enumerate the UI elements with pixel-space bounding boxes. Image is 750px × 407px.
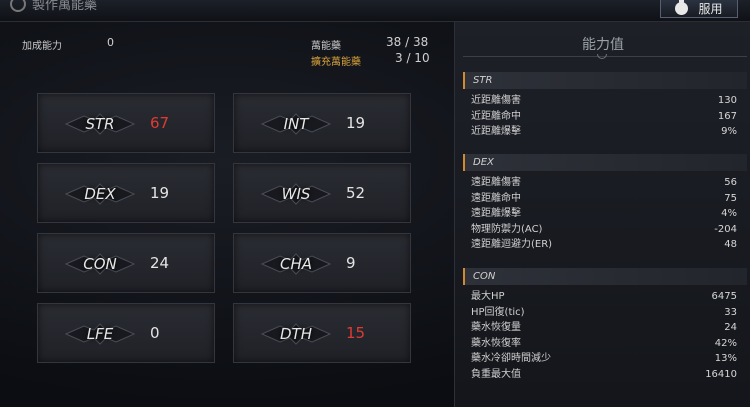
stat-row: 藥水恢復量 24 <box>471 322 737 333</box>
stat-value-wis: 52 <box>346 184 366 202</box>
section-header-dex: DEX <box>463 154 747 171</box>
stat-card-cha[interactable]: CHA 9 <box>233 233 411 293</box>
use-button-label: 服用 <box>698 2 723 16</box>
gear-icon <box>10 0 26 12</box>
stat-card-wis[interactable]: WIS 52 <box>233 163 411 223</box>
extra-elixir-count: 3 / 10 <box>395 51 430 65</box>
stat-name-int: INT <box>283 115 309 133</box>
stat-row: 遠距離命中 75 <box>471 192 737 204</box>
stat-name-lfe: LFE <box>86 325 114 343</box>
stat-row: HP回復(tic) 33 <box>471 306 737 318</box>
stat-row: 近距離爆擊 9% <box>471 126 737 137</box>
stat-name-cha: CHA <box>279 255 312 273</box>
stat-value-dth: 15 <box>346 324 366 342</box>
stat-row: 負重最大值 16410 <box>471 368 737 380</box>
potion-icon <box>675 0 689 15</box>
panel-title: 能力值 <box>582 37 624 53</box>
elixir-label: 萬能藥 <box>311 41 341 52</box>
title-bar: 製作萬能藥 服用 <box>0 0 750 22</box>
stat-row: 遠距離迴避力(ER) 48 <box>471 239 737 250</box>
section-dex: DEX 遠距離傷害 56 遠距離命中 75 遠距離爆擊 4% 物理防禦力(AC) -20… <box>463 154 747 253</box>
stat-emblem: CHA <box>260 250 332 278</box>
stat-emblem: STR <box>64 110 136 138</box>
stat-value-int: 19 <box>346 114 366 132</box>
section-header-str: STR <box>463 72 747 89</box>
stat-emblem: LFE <box>64 320 136 348</box>
stat-card-dex[interactable]: DEX 19 <box>37 163 215 223</box>
stat-allocation-area: 加成能力 0 萬能藥 38 / 38 擴充萬能藥 3 / 10 STR 67 I… <box>0 22 450 407</box>
stat-value-cha: 9 <box>346 254 356 272</box>
section-header-con: CON <box>463 268 747 285</box>
stat-value-lfe: 0 <box>150 324 160 342</box>
stat-name-con: CON <box>83 255 117 273</box>
stat-row: 遠距離爆擊 4% <box>471 208 737 219</box>
stat-card-lfe[interactable]: LFE 0 <box>37 303 215 363</box>
stat-row: 遠距離傷害 56 <box>471 177 737 188</box>
stat-row: 物理防禦力(AC) -204 <box>471 223 737 235</box>
stat-row: 最大HP 6475 <box>471 291 737 302</box>
section-con: CON 最大HP 6475 HP回復(tic) 33 藥水恢復量 24 藥水恢復率 42… <box>463 268 747 382</box>
section-str: STR 近距離傷害 130 近距離命中 167 近距離爆擊 9% <box>463 72 747 140</box>
stat-emblem: DTH <box>260 320 332 348</box>
stat-name-wis: WIS <box>281 185 311 203</box>
stat-row: 藥水冷卻時間減少 13% <box>471 353 737 364</box>
stat-value-con: 24 <box>150 254 170 272</box>
stat-card-int[interactable]: INT 19 <box>233 93 411 153</box>
stat-name-dth: DTH <box>280 325 312 343</box>
stat-card-con[interactable]: CON 24 <box>37 233 215 293</box>
use-button[interactable]: 服用 <box>660 0 738 18</box>
stat-row: 近距離傷害 130 <box>471 95 737 106</box>
stat-emblem: CON <box>64 250 136 278</box>
extra-elixir-label: 擴充萬能藥 <box>311 57 361 68</box>
stat-card-dth[interactable]: DTH 15 <box>233 303 411 363</box>
stat-row: 近距離命中 167 <box>471 110 737 122</box>
window-title: 製作萬能藥 <box>10 0 97 14</box>
stat-emblem: DEX <box>64 180 136 208</box>
stat-name-str: STR <box>85 115 115 133</box>
stat-row: 藥水恢復率 42% <box>471 337 737 349</box>
stat-emblem: INT <box>260 110 332 138</box>
stat-name-dex: DEX <box>84 185 116 203</box>
divider-ornament <box>597 54 607 59</box>
stat-value-dex: 19 <box>150 184 170 202</box>
bonus-ability-label: 加成能力 <box>22 41 62 52</box>
stat-value-str: 67 <box>150 114 170 132</box>
bonus-ability-value: 0 <box>107 36 114 49</box>
ability-panel: 能力值 STR 近距離傷害 130 近距離命中 167 近距離爆擊 9% DEX 遠距… <box>454 22 750 407</box>
elixir-count: 38 / 38 <box>386 35 429 49</box>
window-title-text: 製作萬能藥 <box>32 0 98 13</box>
stat-card-str[interactable]: STR 67 <box>37 93 215 153</box>
stat-emblem: WIS <box>260 180 332 208</box>
